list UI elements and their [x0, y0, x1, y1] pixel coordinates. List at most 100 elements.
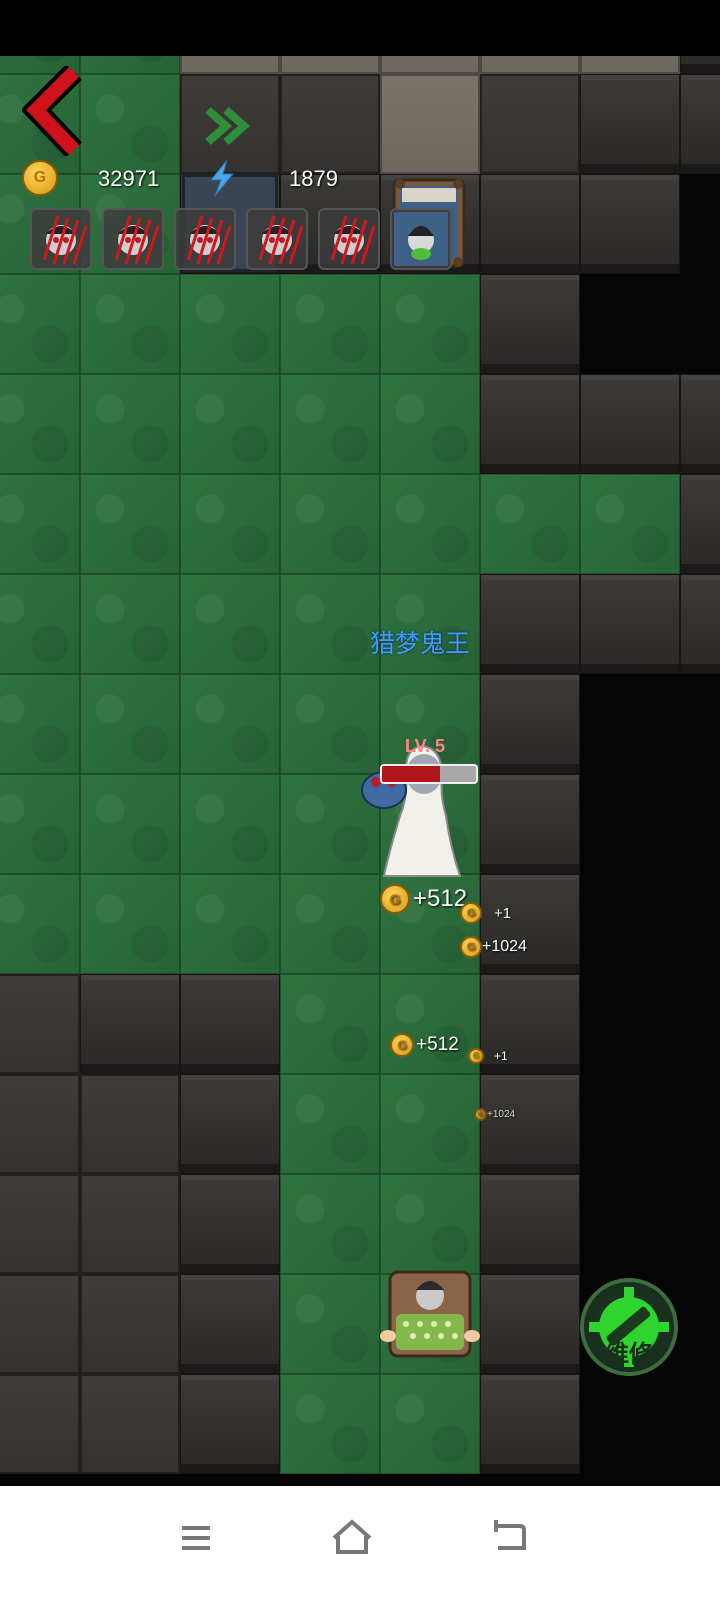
- grass-tile: [280, 1374, 380, 1474]
- repair-button[interactable]: 维修: [580, 1278, 678, 1376]
- player-bed[interactable]: [380, 1266, 480, 1362]
- gold-gain-text: +1: [494, 1049, 508, 1063]
- grass-tile: [380, 974, 480, 1074]
- gold-coin-icon: G: [468, 1048, 484, 1064]
- floor-tile: [380, 74, 480, 174]
- grass-tile: [80, 374, 180, 474]
- grass-tile: [280, 1074, 380, 1174]
- grass-tile: [180, 774, 280, 874]
- gold-gain-text: +1024: [482, 938, 527, 955]
- grass-tile: [380, 274, 480, 374]
- gold-coin-icon: G: [380, 884, 410, 914]
- gold-coin-icon: G: [390, 1033, 414, 1057]
- dfloor-tile: [80, 1274, 180, 1374]
- grass-tile: [80, 774, 180, 874]
- back-button[interactable]: [20, 64, 92, 158]
- grass-tile: [280, 974, 380, 1074]
- grass-tile: [80, 574, 180, 674]
- gold-value: 32971: [98, 166, 160, 191]
- grass-tile: [280, 1274, 380, 1374]
- door-arrow-icon[interactable]: [200, 102, 260, 152]
- grass-tile: [380, 374, 480, 474]
- lightning-icon: [209, 159, 235, 197]
- grass-tile: [80, 274, 180, 374]
- grass-tile: [80, 74, 180, 174]
- wall-tile: [580, 174, 680, 274]
- inventory-slot-6[interactable]: [390, 208, 452, 270]
- inventory-slot-3[interactable]: [174, 208, 236, 270]
- gold-coin-icon: G: [22, 160, 58, 196]
- grass-tile: [80, 674, 180, 774]
- boss-level: LV. 5: [405, 736, 446, 756]
- grass-tile: [380, 1074, 480, 1174]
- dfloor-tile: [0, 974, 80, 1074]
- grass-tile: [0, 674, 80, 774]
- wall-tile: [180, 974, 280, 1074]
- energy-value: 1879: [289, 166, 338, 191]
- wall-tile: [480, 1174, 580, 1274]
- chevron-left-icon: [20, 64, 82, 158]
- menu-icon: [182, 1526, 210, 1550]
- wall-tile: [480, 674, 580, 774]
- floor-tile: [180, 56, 280, 74]
- dfloor-tile: [80, 1374, 180, 1474]
- gold-gain-2: G +1: [460, 902, 511, 924]
- grass-tile: [180, 274, 280, 374]
- grass-tile: [180, 474, 280, 574]
- gold-gain-6: G +1024: [474, 1108, 515, 1121]
- dfloor-tile: [0, 1074, 80, 1174]
- gold-gain-1: G +512: [380, 884, 467, 914]
- dfloor-tile: [80, 1174, 180, 1274]
- floor-tile: [280, 56, 380, 74]
- wall-tile: [480, 774, 580, 874]
- grass-tile: [0, 574, 80, 674]
- wall-tile: [480, 174, 580, 274]
- grass-tile: [280, 374, 380, 474]
- inventory-slot-1[interactable]: [30, 208, 92, 270]
- wall-tile: [580, 574, 680, 674]
- clawed-enemy-icon: [114, 215, 160, 265]
- repair-label: 维修: [605, 1340, 653, 1368]
- game-board[interactable]: 猎梦鬼王 LV. 5 G +512 G +1 G +1024 G +512 G …: [0, 56, 720, 1492]
- dfloor-tile: [280, 74, 380, 174]
- boss-hp-bar: [380, 764, 478, 784]
- menu-button[interactable]: [166, 1508, 226, 1568]
- grass-tile: [480, 474, 580, 574]
- clawed-enemy-icon: [330, 215, 376, 265]
- inventory-slot-5[interactable]: [318, 208, 380, 270]
- inventory-slot-4[interactable]: [246, 208, 308, 270]
- grass-tile: [0, 474, 80, 574]
- grass-tile: [280, 274, 380, 374]
- clawed-enemy-icon: [186, 215, 232, 265]
- wall-tile: [480, 274, 580, 374]
- wall-tile: [680, 74, 720, 174]
- grass-tile: [0, 374, 80, 474]
- wall-tile: [180, 1074, 280, 1174]
- gold-gain-5: G +1: [468, 1048, 508, 1064]
- wall-tile: [580, 374, 680, 474]
- grass-tile: [180, 574, 280, 674]
- dfloor-tile: [0, 1174, 80, 1274]
- clawed-enemy-icon: [258, 215, 304, 265]
- grass-tile: [0, 874, 80, 974]
- inventory-slot-2[interactable]: [102, 208, 164, 270]
- boss-ghost[interactable]: [360, 736, 480, 886]
- boss-hp-fill: [382, 766, 441, 782]
- grass-tile: [80, 874, 180, 974]
- grass-tile: [280, 574, 380, 674]
- clawed-enemy-icon: [42, 215, 88, 265]
- grass-tile: [280, 874, 380, 974]
- grass-tile: [180, 374, 280, 474]
- back-nav-button[interactable]: [480, 1508, 540, 1568]
- dfloor-tile: [80, 1074, 180, 1174]
- gold-coin-icon: G: [460, 902, 482, 924]
- floor-tile: [480, 56, 580, 74]
- grass-tile: [580, 474, 680, 574]
- wall-tile: [480, 1274, 580, 1374]
- gold-coin-icon: G: [474, 1108, 487, 1121]
- boss-name: 猎梦鬼王: [370, 629, 471, 658]
- wall-tile: [680, 374, 720, 474]
- home-button[interactable]: [322, 1508, 382, 1568]
- wall-tile: [480, 374, 580, 474]
- grass-tile: [0, 274, 80, 374]
